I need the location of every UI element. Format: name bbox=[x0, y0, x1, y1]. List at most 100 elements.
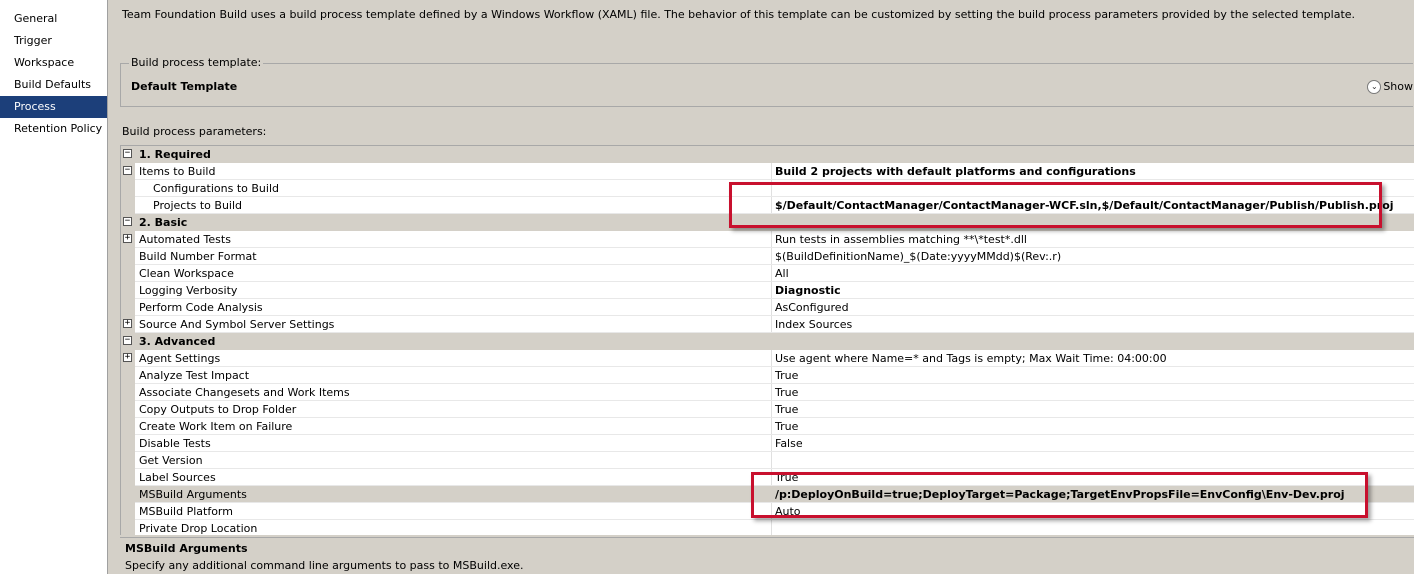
property-grid: −1. Required − Items to Build Build 2 proje… bbox=[120, 145, 1414, 535]
property-name: Label Sources bbox=[139, 471, 216, 484]
property-value[interactable]: All bbox=[775, 266, 789, 281]
build-process-template-group: Build process template: Default Template… bbox=[120, 57, 1413, 107]
property-value[interactable]: $(BuildDefinitionName)_$(Date:yyyyMMdd)$… bbox=[775, 249, 1061, 264]
property-row[interactable]: Get Version bbox=[121, 452, 1414, 469]
nav-item-retention-policy[interactable]: Retention Policy bbox=[0, 118, 107, 140]
property-value[interactable]: $/Default/ContactManager/ContactManager-… bbox=[775, 198, 1394, 213]
property-name: Source And Symbol Server Settings bbox=[139, 318, 335, 331]
property-value[interactable]: True bbox=[775, 402, 798, 417]
property-name: Build Number Format bbox=[139, 250, 257, 263]
row-gutter bbox=[121, 299, 135, 316]
property-value[interactable]: Run tests in assemblies matching **\*tes… bbox=[775, 232, 1027, 247]
property-name: MSBuild Platform bbox=[139, 505, 233, 518]
property-row[interactable]: MSBuild Arguments/p:DeployOnBuild=true;D… bbox=[121, 486, 1414, 503]
property-name: Clean Workspace bbox=[139, 267, 234, 280]
property-row[interactable]: Configurations to Build bbox=[121, 180, 1414, 197]
row-gutter bbox=[121, 180, 135, 197]
property-row[interactable]: Analyze Test Impact True bbox=[121, 367, 1414, 384]
property-value[interactable]: Build 2 projects with default platforms … bbox=[775, 164, 1136, 179]
property-value[interactable]: True bbox=[775, 470, 798, 485]
row-gutter bbox=[121, 248, 135, 265]
row-gutter bbox=[121, 384, 135, 401]
template-group-label: Build process template: bbox=[129, 56, 264, 69]
property-name: Logging Verbosity bbox=[139, 284, 238, 297]
category-label: 3. Advanced bbox=[139, 335, 216, 348]
property-row[interactable]: Perform Code Analysis AsConfigured bbox=[121, 299, 1414, 316]
collapse-icon[interactable]: − bbox=[123, 217, 132, 226]
property-row[interactable]: Logging Verbosity Diagnostic bbox=[121, 282, 1414, 299]
property-name: Disable Tests bbox=[139, 437, 211, 450]
nav-item-process[interactable]: Process bbox=[0, 96, 107, 118]
show-label: Show bbox=[1383, 80, 1413, 93]
collapse-icon[interactable]: − bbox=[123, 149, 132, 158]
process-panel: Team Foundation Build uses a build proce… bbox=[108, 0, 1414, 574]
category-label: 2. Basic bbox=[139, 216, 188, 229]
row-gutter bbox=[121, 282, 135, 299]
property-name: Projects to Build bbox=[153, 199, 243, 212]
help-text: Specify any additional command line argu… bbox=[125, 559, 524, 572]
property-value[interactable]: /p:DeployOnBuild=true;DeployTarget=Packa… bbox=[775, 487, 1345, 502]
collapse-icon[interactable]: − bbox=[123, 336, 132, 345]
property-row[interactable]: Disable Tests False bbox=[121, 435, 1414, 452]
row-gutter bbox=[121, 418, 135, 435]
property-name: Configurations to Build bbox=[153, 182, 279, 195]
expand-icon[interactable]: + bbox=[123, 353, 132, 362]
template-name: Default Template bbox=[131, 80, 238, 93]
property-row[interactable]: Clean Workspace All bbox=[121, 265, 1414, 282]
property-value[interactable]: False bbox=[775, 436, 803, 451]
category-row[interactable]: −3. Advanced bbox=[121, 333, 1414, 350]
property-value[interactable]: True bbox=[775, 419, 798, 434]
nav-item-general[interactable]: General bbox=[0, 8, 107, 30]
property-row[interactable]: + Source And Symbol Server Settings Index … bbox=[121, 316, 1414, 333]
property-name: Agent Settings bbox=[139, 352, 221, 365]
property-name: Copy Outputs to Drop Folder bbox=[139, 403, 297, 416]
nav-item-trigger[interactable]: Trigger bbox=[0, 30, 107, 52]
row-gutter bbox=[121, 265, 135, 282]
property-value[interactable]: True bbox=[775, 385, 798, 400]
property-name: Associate Changesets and Work Items bbox=[139, 386, 350, 399]
property-row[interactable]: + Agent Settings Use agent where Name=* an… bbox=[121, 350, 1414, 367]
property-row[interactable]: MSBuild Platform Auto bbox=[121, 503, 1414, 520]
property-row[interactable]: Label Sources True bbox=[121, 469, 1414, 486]
params-label: Build process parameters: bbox=[122, 125, 267, 138]
nav-item-workspace[interactable]: Workspace bbox=[0, 52, 107, 74]
property-row[interactable]: Projects to Build $/Default/ContactManage… bbox=[121, 197, 1414, 214]
property-row[interactable]: Copy Outputs to Drop Folder True bbox=[121, 401, 1414, 418]
property-value[interactable]: Auto bbox=[775, 504, 801, 519]
row-gutter bbox=[121, 469, 135, 486]
row-gutter bbox=[121, 435, 135, 452]
row-gutter bbox=[121, 401, 135, 418]
expand-icon[interactable]: + bbox=[123, 319, 132, 328]
category-label: 1. Required bbox=[139, 148, 211, 161]
property-name: Get Version bbox=[139, 454, 203, 467]
property-row[interactable]: + Automated Tests Run tests in assemblies … bbox=[121, 231, 1414, 248]
property-name: Analyze Test Impact bbox=[139, 369, 250, 382]
property-value[interactable]: True bbox=[775, 368, 798, 383]
property-name: MSBuild Arguments bbox=[139, 488, 247, 501]
category-row[interactable]: −1. Required bbox=[121, 146, 1414, 163]
property-row[interactable]: Associate Changesets and Work Items True bbox=[121, 384, 1414, 401]
property-name: Items to Build bbox=[139, 165, 216, 178]
process-description: Team Foundation Build uses a build proce… bbox=[122, 8, 1356, 21]
property-row[interactable]: Create Work Item on Failure True bbox=[121, 418, 1414, 435]
show-details-button[interactable]: ⌄ Show bbox=[1367, 79, 1413, 95]
property-value[interactable]: Index Sources bbox=[775, 317, 852, 332]
collapse-icon[interactable]: − bbox=[123, 166, 132, 175]
help-panel: MSBuild Arguments Specify any additional… bbox=[120, 537, 1414, 575]
property-row[interactable]: Build Number Format $(BuildDefinitionName… bbox=[121, 248, 1414, 265]
property-value[interactable]: Use agent where Name=* and Tags is empty… bbox=[775, 351, 1167, 366]
property-name: Private Drop Location bbox=[139, 522, 258, 535]
property-value[interactable]: AsConfigured bbox=[775, 300, 849, 315]
property-row[interactable]: Private Drop Location bbox=[121, 520, 1414, 535]
nav-item-build-defaults[interactable]: Build Defaults bbox=[0, 74, 107, 96]
property-name: Perform Code Analysis bbox=[139, 301, 263, 314]
property-value[interactable]: Diagnostic bbox=[775, 283, 841, 298]
chevron-down-icon: ⌄ bbox=[1367, 80, 1382, 94]
row-gutter bbox=[121, 197, 135, 214]
expand-icon[interactable]: + bbox=[123, 234, 132, 243]
row-gutter bbox=[121, 520, 135, 535]
property-row[interactable]: − Items to Build Build 2 projects with def… bbox=[121, 163, 1414, 180]
row-gutter bbox=[121, 367, 135, 384]
category-row[interactable]: −2. Basic bbox=[121, 214, 1414, 231]
row-gutter bbox=[121, 452, 135, 469]
